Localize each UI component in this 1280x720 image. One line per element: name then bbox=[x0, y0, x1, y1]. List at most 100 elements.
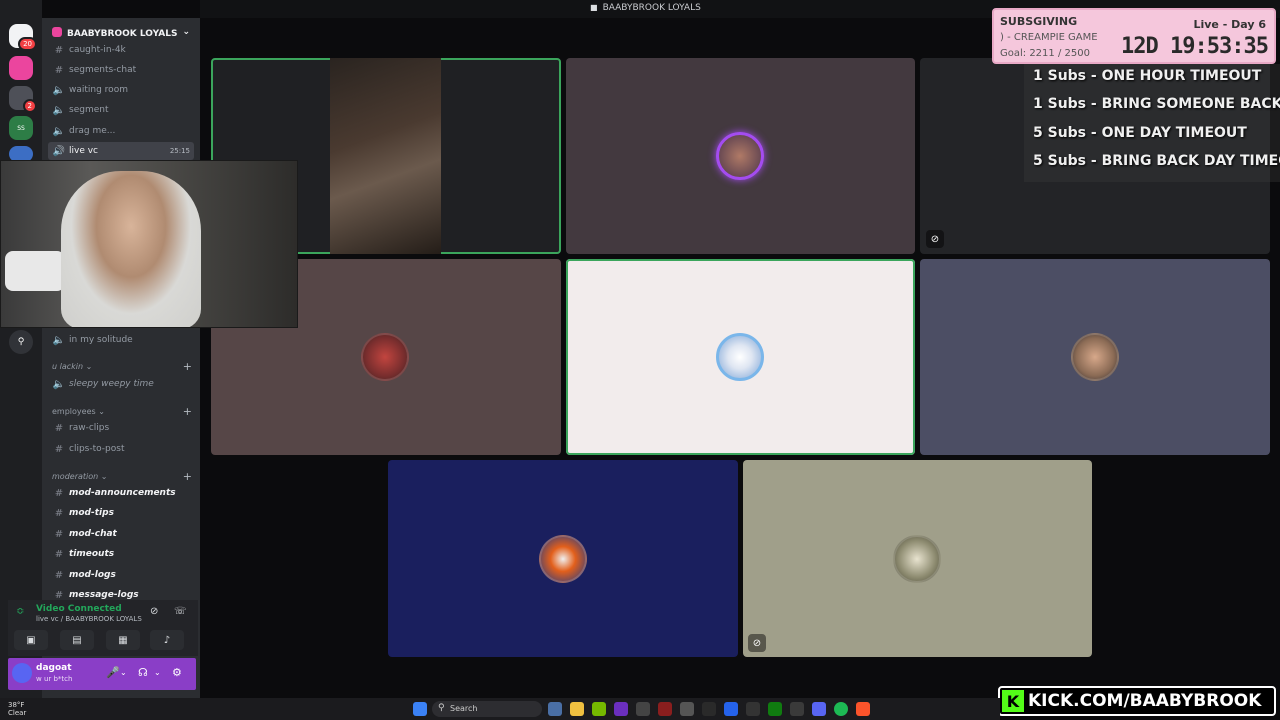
hash-icon: # bbox=[54, 443, 64, 455]
search-box[interactable]: ⚲ Search bbox=[432, 701, 542, 717]
hash-icon: # bbox=[54, 569, 64, 581]
video-tile-8[interactable]: ⊘ bbox=[743, 460, 1092, 657]
noise-suppression-icon[interactable]: ⊘ bbox=[150, 606, 158, 617]
channel-caught-in-4k[interactable]: # caught-in-4k bbox=[48, 41, 194, 59]
start-icon[interactable] bbox=[413, 702, 427, 716]
video-tile-5[interactable] bbox=[566, 259, 915, 455]
hash-icon: # bbox=[54, 44, 64, 56]
weather-widget[interactable]: 38°F Clear bbox=[8, 701, 26, 717]
channel-waiting-room[interactable]: 🔈 waiting room bbox=[48, 81, 194, 99]
kick-url: KICK.COM/BAABYBROOK bbox=[1028, 691, 1262, 711]
channel-label: caught-in-4k bbox=[69, 45, 126, 55]
chevron-down-icon[interactable]: ⌄ bbox=[120, 668, 127, 677]
avatar bbox=[1071, 333, 1119, 381]
streamer-webcam bbox=[0, 160, 298, 328]
window-title: BAABYBROOK LOYALS bbox=[590, 3, 701, 13]
spotify-icon[interactable] bbox=[834, 702, 848, 716]
disconnect-icon[interactable]: ☏ bbox=[174, 606, 187, 617]
channel-label: segments-chat bbox=[69, 65, 137, 75]
channel-segment[interactable]: 🔈 segment bbox=[48, 101, 194, 119]
activities-button[interactable]: ▦ bbox=[106, 630, 140, 650]
video-tile-7[interactable] bbox=[388, 460, 738, 657]
channel-live-vc[interactable]: 🔊 live vc 25:15 bbox=[48, 142, 194, 160]
discover-icon[interactable]: ⚲ bbox=[9, 330, 33, 354]
settings-gear-icon[interactable]: ⚙ bbox=[172, 666, 182, 679]
rule-line: 1 Subs - ONE HOUR TIMEOUT bbox=[1033, 68, 1262, 84]
brave-icon[interactable] bbox=[856, 702, 870, 716]
hash-icon: # bbox=[54, 422, 64, 434]
app-icon[interactable] bbox=[680, 702, 694, 716]
soundboard-button[interactable]: ♪ bbox=[150, 630, 184, 650]
category-moderation[interactable]: moderation ⌄ + bbox=[52, 469, 192, 483]
kick-banner: K KICK.COM/BAABYBROOK bbox=[998, 686, 1276, 716]
server-icon-2[interactable]: 2 bbox=[9, 86, 37, 113]
category-label: moderation bbox=[52, 471, 99, 481]
speaker-icon: 🔈 bbox=[52, 84, 66, 96]
app-icon[interactable] bbox=[746, 702, 760, 716]
channel-mod-logs[interactable]: # mod-logs bbox=[48, 566, 194, 584]
channel-segments-chat[interactable]: # segments-chat bbox=[48, 61, 194, 79]
channel-label: segment bbox=[69, 105, 109, 115]
add-channel-icon[interactable]: + bbox=[183, 470, 192, 483]
subathon-timer: 12D 19:53:35 bbox=[1121, 34, 1269, 59]
channel-sleepy-weepy-time[interactable]: 🔈 sleepy weepy time bbox=[48, 375, 194, 393]
app-icon[interactable] bbox=[790, 702, 804, 716]
category-employees[interactable]: employees ⌄ + bbox=[52, 404, 192, 418]
speaker-icon: 🔊 bbox=[52, 145, 66, 157]
task-view-icon[interactable] bbox=[548, 702, 562, 716]
channel-label: drag me... bbox=[69, 126, 116, 136]
file-explorer-icon[interactable] bbox=[570, 702, 584, 716]
voice-connection-panel: ≎ Video Connected live vc / BAABYBROOK L… bbox=[8, 600, 198, 656]
channel-label: sleepy weepy time bbox=[69, 379, 154, 389]
search-label: Search bbox=[450, 704, 478, 713]
camera-toggle-button[interactable]: ▣ bbox=[14, 630, 48, 650]
channel-label: mod-chat bbox=[69, 529, 117, 539]
steam-icon[interactable] bbox=[702, 702, 716, 716]
server-baabybrook-icon[interactable] bbox=[9, 56, 33, 80]
username[interactable]: dagoat bbox=[36, 663, 72, 673]
hash-icon: # bbox=[54, 64, 64, 76]
headphones-icon[interactable]: ☊ bbox=[138, 666, 148, 679]
channel-mod-tips[interactable]: # mod-tips bbox=[48, 504, 194, 522]
hash-icon: # bbox=[54, 589, 64, 601]
nvidia-icon[interactable] bbox=[592, 702, 606, 716]
rule-line: 1 Subs - BRING SOMEONE BACK bbox=[1033, 96, 1280, 112]
video-tile-6[interactable] bbox=[920, 259, 1270, 455]
channel-label: waiting room bbox=[69, 85, 128, 95]
hash-icon: # bbox=[54, 548, 64, 560]
streamer-image bbox=[61, 171, 201, 327]
app-icon[interactable] bbox=[636, 702, 650, 716]
speaker-icon: 🔈 bbox=[52, 125, 66, 137]
channel-mod-announcements[interactable]: # mod-announcements bbox=[48, 484, 194, 502]
channel-raw-clips[interactable]: # raw-clips bbox=[48, 419, 194, 437]
video-tile-2[interactable] bbox=[566, 58, 915, 254]
app-icon[interactable] bbox=[724, 702, 738, 716]
channel-in-my-solitude[interactable]: 🔈 in my solitude bbox=[48, 331, 194, 349]
microphone-icon[interactable]: 🎤 bbox=[106, 666, 120, 679]
speaker-icon: 🔈 bbox=[52, 378, 66, 390]
discord-icon[interactable] bbox=[812, 702, 826, 716]
chevron-down-icon[interactable]: ⌄ bbox=[154, 668, 161, 677]
channel-label: raw-clips bbox=[69, 423, 110, 433]
channel-mod-chat[interactable]: # mod-chat bbox=[48, 525, 194, 543]
voice-channel-path[interactable]: live vc / BAABYBROOK LOYALS bbox=[36, 615, 142, 623]
chevron-down-icon[interactable]: ⌄ bbox=[182, 27, 190, 37]
avatar[interactable] bbox=[12, 663, 32, 683]
channel-timeouts[interactable]: # timeouts bbox=[48, 545, 194, 563]
add-channel-icon[interactable]: + bbox=[183, 405, 192, 418]
direct-messages-icon[interactable]: 20 bbox=[9, 24, 37, 51]
user-status: w ur b*tch bbox=[36, 675, 73, 683]
app-icon[interactable] bbox=[658, 702, 672, 716]
channel-drag-me[interactable]: 🔈 drag me... bbox=[48, 122, 194, 140]
subathon-title: SUBSGIVING bbox=[1000, 15, 1078, 28]
xbox-icon[interactable] bbox=[768, 702, 782, 716]
app-icon[interactable] bbox=[614, 702, 628, 716]
server-icon-3[interactable]: SS bbox=[9, 116, 33, 140]
signal-icon[interactable]: ≎ bbox=[16, 606, 24, 617]
participant-video bbox=[330, 58, 441, 254]
rule-line: 5 Subs - ONE DAY TIMEOUT bbox=[1033, 125, 1247, 141]
category-u-lackin[interactable]: u lackin ⌄ + bbox=[52, 359, 192, 373]
channel-clips-to-post[interactable]: # clips-to-post bbox=[48, 440, 194, 458]
share-screen-button[interactable]: ▤ bbox=[60, 630, 94, 650]
add-channel-icon[interactable]: + bbox=[183, 360, 192, 373]
